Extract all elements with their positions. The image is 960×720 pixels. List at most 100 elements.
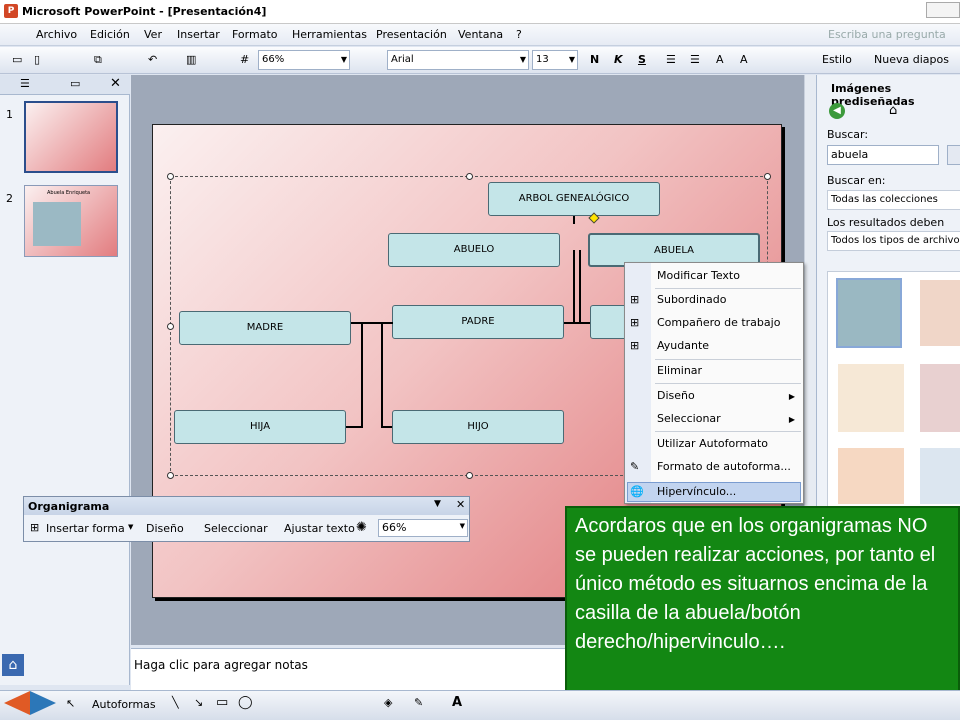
close-icon[interactable]: ✕ bbox=[110, 76, 121, 91]
close-icon[interactable]: ✕ bbox=[456, 498, 465, 511]
chevron-down-icon[interactable]: ▼ bbox=[434, 499, 441, 509]
ajustar-texto-button[interactable]: Ajustar texto bbox=[284, 522, 355, 535]
home-icon[interactable]: ⌂ bbox=[889, 103, 897, 118]
window-controls[interactable] bbox=[926, 2, 960, 18]
clipart-result[interactable] bbox=[920, 364, 960, 432]
org-zoom-combo[interactable]: 66% ▼ bbox=[378, 519, 468, 537]
menu-archivo[interactable]: Archivo bbox=[36, 28, 77, 41]
font-size-combo[interactable]: 13 ▼ bbox=[532, 50, 578, 70]
home-icon[interactable]: ⌂ bbox=[2, 654, 24, 676]
zoom-combo[interactable]: 66% ▼ bbox=[258, 50, 350, 70]
clipart-result[interactable] bbox=[920, 280, 960, 346]
chart-icon[interactable]: ▥ bbox=[186, 51, 196, 69]
menu-ver[interactable]: Ver bbox=[144, 28, 162, 41]
menu-item-hipervinculo[interactable]: Hipervínculo... bbox=[657, 482, 736, 502]
clipart-result-grandmother-photo[interactable] bbox=[836, 278, 902, 348]
copy-icon[interactable]: ⧉ bbox=[94, 51, 102, 69]
org-box-hijo[interactable]: HIJO bbox=[392, 410, 564, 444]
line-icon[interactable]: ╲ bbox=[172, 696, 179, 709]
autoformat-icon[interactable]: ✺ bbox=[356, 520, 367, 535]
slide-thumbnail-2[interactable]: Abuela Enriqueta bbox=[24, 185, 118, 257]
menu-item-eliminar[interactable]: Eliminar bbox=[657, 361, 702, 381]
diseno-button[interactable]: Diseño bbox=[146, 522, 184, 535]
chevron-down-icon: ▼ bbox=[519, 55, 526, 64]
select-pointer-icon[interactable]: ↖ bbox=[66, 697, 75, 710]
menu-herramientas[interactable]: Herramientas bbox=[292, 28, 367, 41]
undo-icon[interactable]: ↶ bbox=[148, 51, 157, 69]
insertar-forma-button[interactable]: Insertar forma bbox=[46, 522, 125, 535]
autoformas-button[interactable]: Autoformas bbox=[92, 698, 156, 711]
menu-presentacion[interactable]: Presentación bbox=[376, 28, 447, 41]
rectangle-icon[interactable]: ▭ bbox=[216, 695, 228, 710]
line-color-icon[interactable]: ✎ bbox=[414, 696, 423, 709]
clipart-result[interactable] bbox=[920, 448, 960, 504]
organigrama-toolbar: Organigrama ▼ ✕ ⊞ Insertar forma ▼ Diseñ… bbox=[23, 496, 470, 542]
menu-ayuda[interactable]: ? bbox=[516, 28, 522, 41]
collections-select[interactable]: Todas las colecciones bbox=[827, 190, 960, 210]
previous-arrow-icon[interactable] bbox=[4, 691, 30, 715]
next-arrow-icon[interactable] bbox=[30, 691, 56, 715]
menu-ventana[interactable]: Ventana bbox=[458, 28, 503, 41]
bullets-icon[interactable]: ☰ bbox=[690, 51, 700, 69]
menu-formato[interactable]: Formato bbox=[232, 28, 278, 41]
arrow-icon[interactable]: ↘ bbox=[194, 696, 203, 709]
menu-item-seleccionar[interactable]: Seleccionar bbox=[657, 409, 721, 429]
nueva-diapositiva-button[interactable]: Nueva diapos bbox=[874, 51, 949, 69]
shadow-button[interactable]: S bbox=[638, 51, 646, 69]
chevron-down-icon: ▼ bbox=[340, 55, 347, 64]
org-box-madre[interactable]: MADRE bbox=[179, 311, 351, 345]
tab-slides[interactable]: ▭ bbox=[70, 77, 80, 90]
open-icon[interactable]: ▯ bbox=[34, 51, 40, 69]
menu-item-ayudante[interactable]: Ayudante bbox=[657, 336, 709, 356]
seleccionar-button[interactable]: Seleccionar bbox=[204, 522, 268, 535]
org-box-hija[interactable]: HIJA bbox=[174, 410, 346, 444]
clipart-result[interactable] bbox=[838, 364, 904, 432]
grid-icon[interactable]: # bbox=[240, 51, 249, 69]
back-icon[interactable]: ◀ bbox=[829, 103, 845, 119]
org-zoom-value: 66% bbox=[382, 521, 407, 534]
shrink-font-icon[interactable]: A bbox=[740, 51, 748, 69]
menu-item-formato-autoforma[interactable]: Formato de autoforma... bbox=[657, 457, 791, 477]
menu-item-subordinado[interactable]: Subordinado bbox=[657, 290, 726, 310]
chevron-down-icon[interactable]: ▼ bbox=[128, 523, 133, 531]
help-search-input[interactable]: Escriba una pregunta bbox=[828, 28, 946, 41]
search-input[interactable]: abuela bbox=[827, 145, 939, 165]
connector bbox=[579, 250, 581, 324]
filetypes-select[interactable]: Todos los tipos de archivos bbox=[827, 231, 960, 251]
selection-handle[interactable] bbox=[167, 323, 174, 330]
menu-item-modificar-texto[interactable]: Modificar Texto bbox=[657, 266, 740, 286]
estilo-button[interactable]: Estilo bbox=[822, 51, 852, 69]
italic-button[interactable]: K bbox=[614, 51, 623, 69]
selection-handle[interactable] bbox=[466, 472, 473, 479]
menu-edicion[interactable]: Edición bbox=[90, 28, 130, 41]
menu-item-autoformato[interactable]: Utilizar Autoformato bbox=[657, 434, 768, 454]
selection-handle[interactable] bbox=[167, 472, 174, 479]
selection-handle[interactable] bbox=[167, 173, 174, 180]
slide-thumbnail-1[interactable] bbox=[24, 101, 118, 173]
bold-button[interactable]: N bbox=[590, 51, 599, 69]
tab-outline[interactable]: ☰ bbox=[20, 77, 30, 90]
font-combo[interactable]: Arial ▼ bbox=[387, 50, 529, 70]
fill-color-icon[interactable]: ◈ bbox=[384, 696, 392, 709]
new-icon[interactable]: ▭ bbox=[12, 51, 22, 69]
org-box-abuelo[interactable]: ABUELO bbox=[388, 233, 560, 267]
grow-font-icon[interactable]: A bbox=[716, 51, 724, 69]
slides-panel: ☰ ▭ ✕ 1 2 Abuela Enriqueta bbox=[0, 75, 130, 685]
menu-separator bbox=[655, 288, 801, 289]
powerpoint-app-icon[interactable]: P bbox=[4, 4, 18, 18]
menu-item-diseno[interactable]: Diseño bbox=[657, 386, 695, 406]
oval-icon[interactable]: ◯ bbox=[238, 695, 253, 710]
selection-handle[interactable] bbox=[466, 173, 473, 180]
menu-item-companero[interactable]: Compañero de trabajo bbox=[657, 313, 780, 333]
font-color-icon[interactable]: A bbox=[452, 695, 462, 710]
org-box-arbol[interactable]: ARBOL GENEALÓGICO bbox=[488, 182, 660, 216]
buscar-button[interactable] bbox=[947, 145, 960, 165]
selection-handle[interactable] bbox=[764, 173, 771, 180]
clipart-result[interactable] bbox=[838, 448, 904, 504]
menu-insertar[interactable]: Insertar bbox=[177, 28, 220, 41]
coworker-icon: ⊞ bbox=[630, 316, 640, 329]
numbering-icon[interactable]: ☰ bbox=[666, 51, 676, 69]
chevron-down-icon: ▼ bbox=[568, 55, 575, 64]
collections-value: Todas las colecciones bbox=[831, 194, 938, 205]
org-box-padre[interactable]: PADRE bbox=[392, 305, 564, 339]
